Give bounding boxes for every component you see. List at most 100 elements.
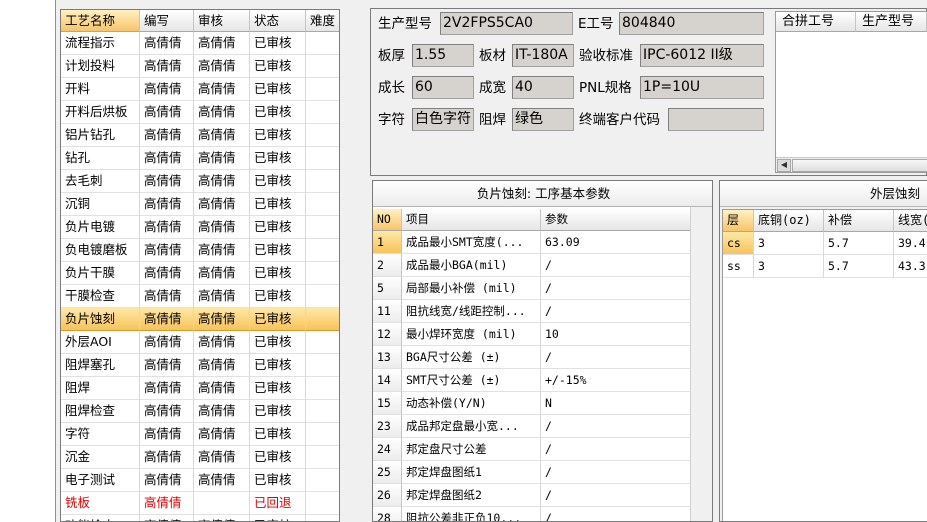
table-row[interactable]: 23 成品邦定盘最小宽... / <box>373 415 712 438</box>
difficulty-cell[interactable] <box>306 239 339 262</box>
difficulty-cell[interactable] <box>306 308 339 331</box>
writer-cell[interactable]: 高倩倩 <box>140 216 194 239</box>
status-cell[interactable]: 已审核 <box>250 400 306 423</box>
layer-cell[interactable]: cs <box>723 232 754 255</box>
status-cell[interactable]: 已审核 <box>250 32 306 55</box>
param-no-cell[interactable]: 24 <box>373 438 402 461</box>
table-row[interactable]: 28 阻抗公差非正负10... / <box>373 507 712 521</box>
process-name-cell[interactable]: 阻焊检查 <box>61 400 140 423</box>
status-cell[interactable]: 已审核 <box>250 423 306 446</box>
writer-cell[interactable]: 高倩倩 <box>140 193 194 216</box>
process-name-cell[interactable]: 外层AOI <box>61 331 140 354</box>
length-field[interactable]: 60 <box>412 76 474 99</box>
table-row[interactable]: 铝片钻孔 高倩倩 高倩倩 已审核 <box>61 124 339 147</box>
difficulty-cell[interactable] <box>306 423 339 446</box>
material-field[interactable]: IT-180A <box>512 44 574 67</box>
table-row[interactable]: 13 BGA尺寸公差 (±) / <box>373 346 712 369</box>
param-value-cell[interactable]: / <box>541 415 693 438</box>
param-no-cell[interactable]: 26 <box>373 484 402 507</box>
status-cell[interactable]: 已审核 <box>250 55 306 78</box>
param-item-cell[interactable]: 阻抗线宽/线距控制... <box>402 300 541 323</box>
table-row[interactable]: 14 SMT尺寸公差 (±) +/-15% <box>373 369 712 392</box>
param-value-cell[interactable]: / <box>541 277 693 300</box>
table-row[interactable]: 负片干膜 高倩倩 高倩倩 已审核 <box>61 262 339 285</box>
customer-code-field[interactable] <box>668 108 764 131</box>
col-header-layer[interactable]: 层 <box>723 210 754 232</box>
param-value-cell[interactable]: / <box>541 438 693 461</box>
writer-cell[interactable]: 高倩倩 <box>140 377 194 400</box>
writer-cell[interactable]: 高倩倩 <box>140 78 194 101</box>
reviewer-cell[interactable]: 高倩倩 <box>194 308 250 331</box>
col-header-status[interactable]: 状态 <box>250 10 306 32</box>
writer-cell[interactable]: 高倩倩 <box>140 492 194 515</box>
thickness-field[interactable]: 1.55 <box>412 44 474 67</box>
param-value-cell[interactable]: / <box>541 346 693 369</box>
table-row[interactable]: 5 局部最小补偿 (mil) / <box>373 277 712 300</box>
param-value-cell[interactable]: / <box>541 507 693 521</box>
difficulty-cell[interactable] <box>306 170 339 193</box>
col-header-difficulty[interactable]: 难度 <box>306 10 339 32</box>
reviewer-cell[interactable]: 高倩倩 <box>194 469 250 492</box>
table-row[interactable]: 去毛刺 高倩倩 高倩倩 已审核 <box>61 170 339 193</box>
status-cell[interactable]: 已审核 <box>250 78 306 101</box>
writer-cell[interactable]: 高倩倩 <box>140 469 194 492</box>
table-row[interactable]: 负片蚀刻 高倩倩 高倩倩 已审核 <box>61 308 339 331</box>
param-item-cell[interactable]: 邦定盘尺寸公差 <box>402 438 541 461</box>
writer-cell[interactable]: 高倩倩 <box>140 170 194 193</box>
param-value-cell[interactable]: / <box>541 300 693 323</box>
table-row[interactable]: 沉金 高倩倩 高倩倩 已审核 <box>61 446 339 469</box>
process-name-cell[interactable]: 开料后烘板 <box>61 101 140 124</box>
reviewer-cell[interactable]: 高倩倩 <box>194 285 250 308</box>
table-row[interactable]: 开料 高倩倩 高倩倩 已审核 <box>61 78 339 101</box>
line-width-cell[interactable]: 43.3 <box>894 255 927 278</box>
status-cell[interactable]: 已审核 <box>250 331 306 354</box>
writer-cell[interactable]: 高倩倩 <box>140 446 194 469</box>
difficulty-cell[interactable] <box>306 492 339 515</box>
table-row[interactable]: 2 成品最小BGA(mil) / <box>373 254 712 277</box>
reviewer-cell[interactable]: 高倩倩 <box>194 515 250 521</box>
param-value-cell[interactable]: +/-15% <box>541 369 693 392</box>
param-value-cell[interactable]: / <box>541 484 693 507</box>
layer-cell[interactable]: ss <box>723 255 754 278</box>
process-name-cell[interactable]: 负片电镀 <box>61 216 140 239</box>
difficulty-cell[interactable] <box>306 400 339 423</box>
difficulty-cell[interactable] <box>306 193 339 216</box>
merge-grid-horizontal-scrollbar[interactable]: ◀ <box>776 157 927 172</box>
reviewer-cell[interactable]: 高倩倩 <box>194 78 250 101</box>
param-item-cell[interactable]: 阻抗公差非正负10... <box>402 507 541 521</box>
difficulty-cell[interactable] <box>306 78 339 101</box>
process-name-cell[interactable]: 负片蚀刻 <box>61 308 140 331</box>
table-row[interactable]: 26 邦定焊盘图纸2/ <box>373 484 712 507</box>
reviewer-cell[interactable]: 高倩倩 <box>194 193 250 216</box>
table-row[interactable]: 25 邦定焊盘图纸1/ <box>373 461 712 484</box>
table-row[interactable]: 11 阻抗线宽/线距控制... / <box>373 300 712 323</box>
process-name-cell[interactable]: 阻焊 <box>61 377 140 400</box>
writer-cell[interactable]: 高倩倩 <box>140 147 194 170</box>
status-cell[interactable]: 已审核 <box>250 216 306 239</box>
param-no-cell[interactable]: 5 <box>373 277 402 300</box>
outer-etch-grid[interactable]: 层 底铜(oz) 补偿 线宽( cs 3 5.7 39.4 ss 3 5.7 43.3 <box>722 209 927 521</box>
status-cell[interactable]: 已审核 <box>250 446 306 469</box>
table-row[interactable]: 1 成品最小SMT宽度(... 63.09 <box>373 231 712 254</box>
param-no-cell[interactable]: 12 <box>373 323 402 346</box>
line-width-cell[interactable]: 39.4 <box>894 232 927 255</box>
compensation-cell[interactable]: 5.7 <box>824 232 894 255</box>
difficulty-cell[interactable] <box>306 515 339 521</box>
difficulty-cell[interactable] <box>306 101 339 124</box>
status-cell[interactable]: 已审核 <box>250 469 306 492</box>
reviewer-cell[interactable]: 高倩倩 <box>194 239 250 262</box>
table-row[interactable]: 铣板 高倩倩 已回退 <box>61 492 339 515</box>
reviewer-cell[interactable]: 高倩倩 <box>194 147 250 170</box>
table-row[interactable]: 开料后烘板 高倩倩 高倩倩 已审核 <box>61 101 339 124</box>
param-value-cell[interactable]: 63.09 <box>541 231 693 254</box>
status-cell[interactable]: 已审核 <box>250 101 306 124</box>
difficulty-cell[interactable] <box>306 32 339 55</box>
reviewer-cell[interactable]: 高倩倩 <box>194 55 250 78</box>
reviewer-cell[interactable]: 高倩倩 <box>194 354 250 377</box>
difficulty-cell[interactable] <box>306 354 339 377</box>
width-field[interactable]: 40 <box>512 76 574 99</box>
process-name-cell[interactable]: 负片干膜 <box>61 262 140 285</box>
reviewer-cell[interactable]: 高倩倩 <box>194 262 250 285</box>
process-name-cell[interactable]: 干膜检查 <box>61 285 140 308</box>
process-name-cell[interactable]: 负电镀磨板 <box>61 239 140 262</box>
